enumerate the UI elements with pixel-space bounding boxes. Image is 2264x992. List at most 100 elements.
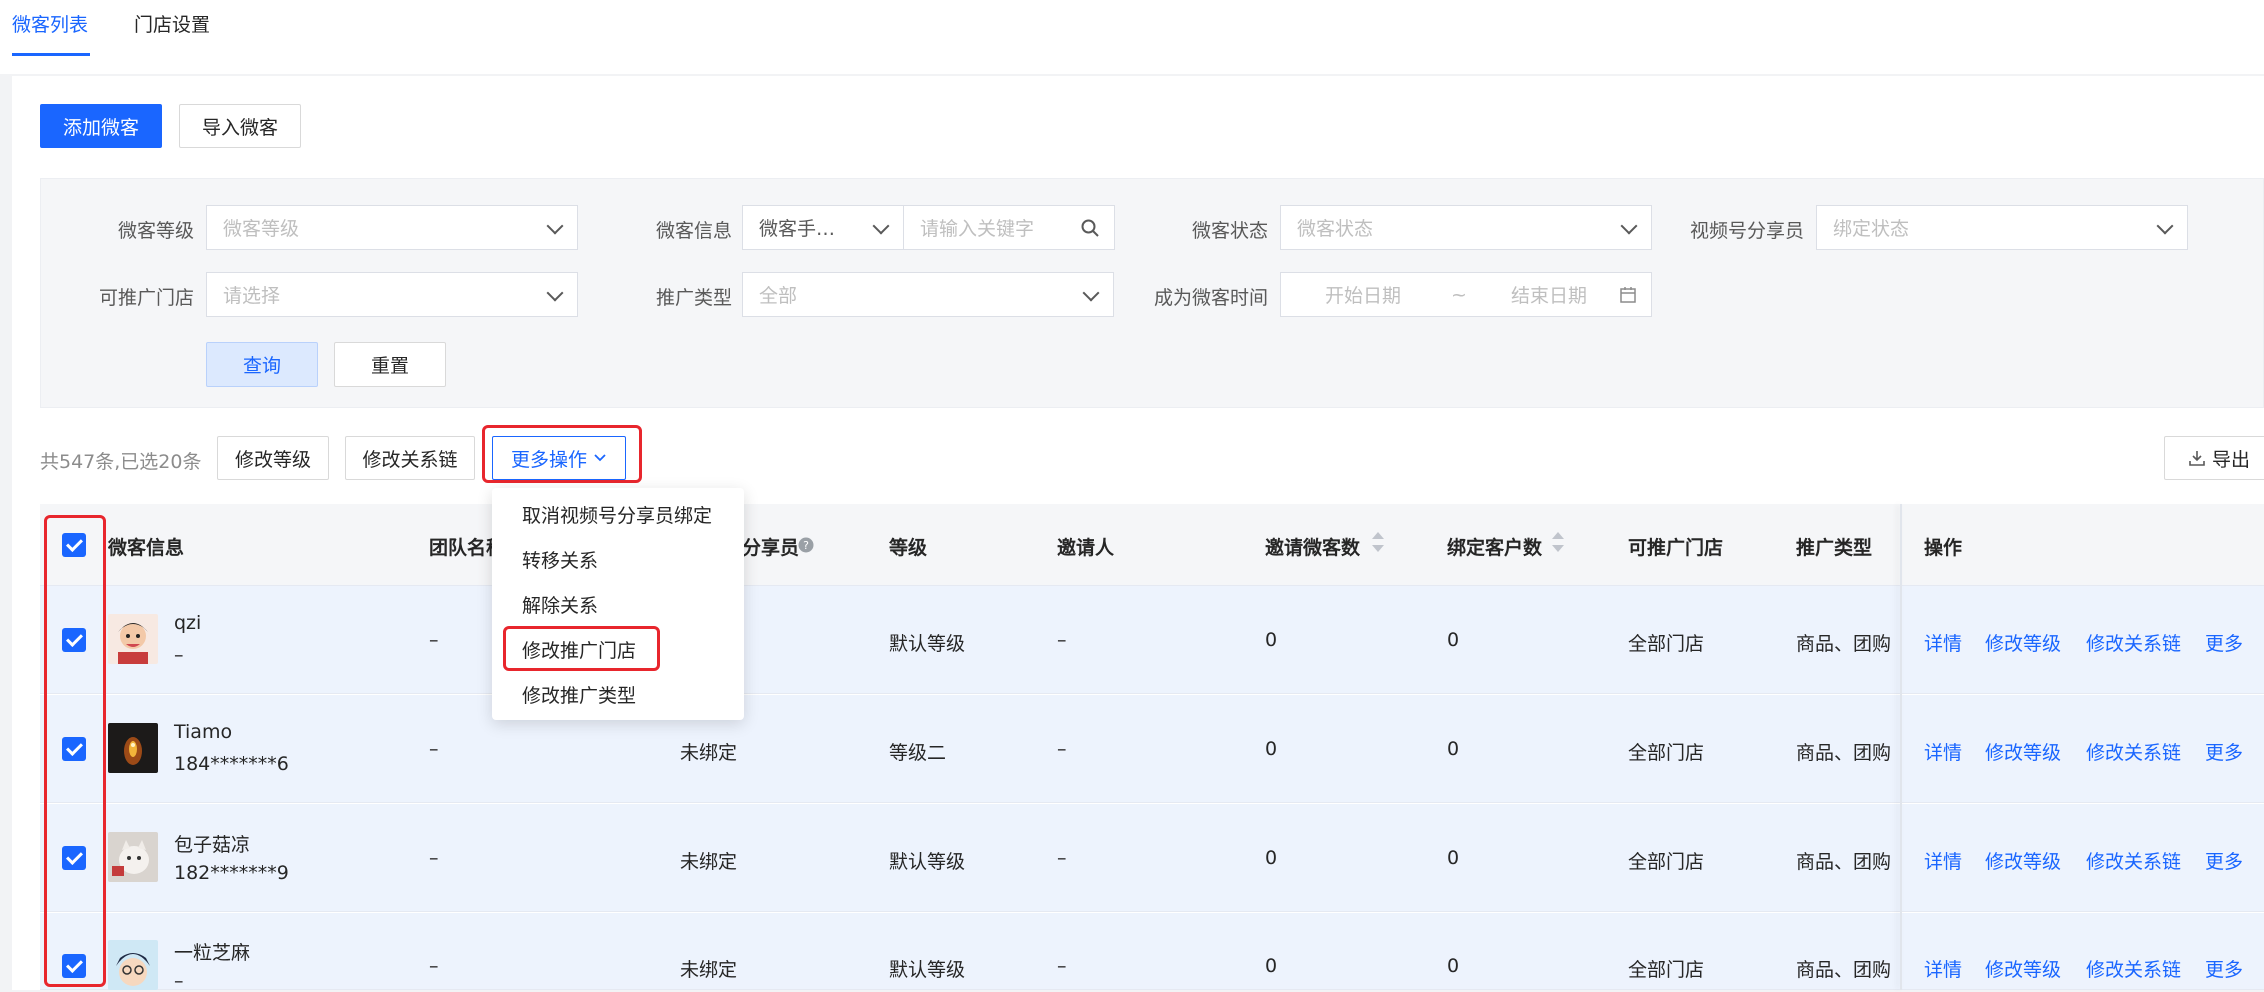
detail-link[interactable]: 详情 [1924, 738, 1962, 765]
tab-weike-list[interactable]: 微客列表 [12, 10, 88, 37]
sort-bind-count-icon[interactable] [1552, 531, 1564, 553]
menu-item-modify-promo-type[interactable]: 修改推广类型 [522, 681, 636, 708]
cell-level: 默认等级 [889, 959, 966, 981]
col-weike-info: 微客信息 [108, 537, 185, 559]
modify-level-link[interactable]: 修改等级 [1985, 955, 2061, 982]
more-link[interactable]: 更多 [2205, 629, 2243, 656]
cell-promo-type: 商品、团购 [1796, 742, 1892, 764]
weike-phone: – [174, 970, 184, 992]
cell-inviter: – [1057, 847, 1067, 869]
import-weike-button[interactable]: 导入微客 [179, 104, 301, 148]
menu-item-remove-relation[interactable]: 解除关系 [522, 591, 598, 618]
end-date-placeholder[interactable]: 结束日期 [1511, 281, 1587, 308]
col-invite-count[interactable]: 邀请微客数 [1265, 533, 1360, 560]
sharer-filter-select[interactable]: 绑定状态 [1816, 205, 2188, 250]
query-button[interactable]: 查询 [206, 342, 318, 387]
col-ops: 操作 [1924, 537, 1963, 559]
selection-count: 共547条,已选20条 [40, 451, 202, 473]
cell-invite-count: 0 [1265, 955, 1278, 977]
promo-type-label: 推广类型 [655, 287, 732, 309]
level-filter-select[interactable]: 微客等级 [206, 205, 578, 250]
batch-modify-level-button[interactable]: 修改等级 [217, 436, 329, 480]
info-type-value: 微客手… [759, 218, 836, 240]
cell-invite-count: 0 [1265, 738, 1278, 760]
start-date-placeholder[interactable]: 开始日期 [1325, 281, 1401, 308]
avatar [108, 614, 158, 664]
status-placeholder: 微客状态 [1297, 218, 1374, 240]
weike-name: qzi [174, 612, 202, 634]
cell-invite-count: 0 [1265, 847, 1278, 869]
avatar [108, 832, 158, 882]
cell-bind-count: 0 [1447, 847, 1460, 869]
sharer-filter-label: 视频号分享员 [1689, 220, 1804, 242]
col-promo-type: 推广类型 [1796, 537, 1873, 559]
col-bind-count[interactable]: 绑定客户数 [1447, 533, 1542, 560]
keyword-search-input[interactable]: 请输入关键字 [903, 205, 1115, 250]
date-filter-label: 成为微客时间 [1153, 287, 1268, 309]
help-icon[interactable]: ? [798, 537, 814, 553]
store-filter-label: 可推广门店 [98, 287, 194, 309]
detail-link[interactable]: 详情 [1924, 847, 1962, 874]
store-filter-select[interactable]: 请选择 [206, 272, 578, 317]
keyword-placeholder: 请输入关键字 [920, 218, 1035, 240]
highlight-more-actions [482, 425, 642, 483]
modify-chain-link[interactable]: 修改关系链 [2086, 738, 2181, 765]
weike-phone: – [174, 644, 184, 666]
modify-chain-link[interactable]: 修改关系链 [2086, 847, 2181, 874]
cell-level: 默认等级 [889, 633, 966, 655]
add-weike-button[interactable]: 添加微客 [40, 104, 162, 148]
col-level: 等级 [889, 537, 928, 559]
modify-level-link[interactable]: 修改等级 [1985, 847, 2061, 874]
sort-invite-count-icon[interactable] [1372, 531, 1384, 553]
cell-sharer: 未绑定 [680, 959, 738, 981]
cell-inviter: – [1057, 955, 1067, 977]
avatar [108, 723, 158, 773]
reset-button[interactable]: 重置 [334, 342, 446, 387]
cell-promo-type: 商品、团购 [1796, 959, 1892, 981]
col-stores: 可推广门店 [1628, 537, 1724, 559]
chevron-down-icon [873, 220, 887, 234]
detail-link[interactable]: 详情 [1924, 629, 1962, 656]
level-filter-placeholder: 微客等级 [223, 218, 300, 240]
cell-sharer: 未绑定 [680, 851, 738, 873]
batch-modify-chain-button[interactable]: 修改关系链 [345, 436, 475, 480]
modify-chain-link[interactable]: 修改关系链 [2086, 629, 2181, 656]
menu-item-transfer-relation[interactable]: 转移关系 [522, 546, 598, 573]
cell-team: – [429, 738, 439, 760]
avatar [108, 940, 158, 990]
date-range-picker[interactable]: 开始日期 ~ 结束日期 [1280, 272, 1652, 317]
cell-team: – [429, 847, 439, 869]
cell-promo-type: 商品、团购 [1796, 851, 1892, 873]
cell-sharer: 未绑定 [680, 742, 738, 764]
cell-stores: 全部门店 [1628, 959, 1705, 981]
info-type-select[interactable]: 微客手… [742, 205, 904, 250]
cell-team: – [429, 955, 439, 977]
chevron-down-icon [1083, 287, 1097, 301]
promo-type-value: 全部 [759, 285, 798, 307]
more-link[interactable]: 更多 [2205, 738, 2243, 765]
cell-invite-count: 0 [1265, 629, 1278, 651]
info-filter-label: 微客信息 [655, 220, 732, 242]
cell-bind-count: 0 [1447, 955, 1460, 977]
detail-link[interactable]: 详情 [1924, 955, 1962, 982]
cell-bind-count: 0 [1447, 738, 1460, 760]
modify-level-link[interactable]: 修改等级 [1985, 629, 2061, 656]
sharer-placeholder: 绑定状态 [1833, 218, 1910, 240]
modify-level-link[interactable]: 修改等级 [1985, 738, 2061, 765]
promo-type-select[interactable]: 全部 [742, 272, 1114, 317]
status-filter-select[interactable]: 微客状态 [1280, 205, 1652, 250]
export-button[interactable]: 导出 [2164, 436, 2264, 480]
search-icon[interactable] [1080, 218, 1100, 238]
menu-item-unbind-sharer[interactable]: 取消视频号分享员绑定 [522, 501, 712, 528]
modify-chain-link[interactable]: 修改关系链 [2086, 955, 2181, 982]
more-link[interactable]: 更多 [2205, 847, 2243, 874]
tab-store-settings[interactable]: 门店设置 [134, 10, 210, 37]
cell-inviter: – [1057, 629, 1067, 651]
cell-stores: 全部门店 [1628, 851, 1705, 873]
fixed-column-divider [1900, 504, 1902, 990]
weike-name: 包子菇凉 [174, 834, 251, 856]
col-sharer: 分享员 [742, 537, 800, 559]
weike-phone: 184*******6 [174, 753, 289, 775]
chevron-down-icon [1621, 220, 1635, 234]
more-link[interactable]: 更多 [2205, 955, 2243, 982]
